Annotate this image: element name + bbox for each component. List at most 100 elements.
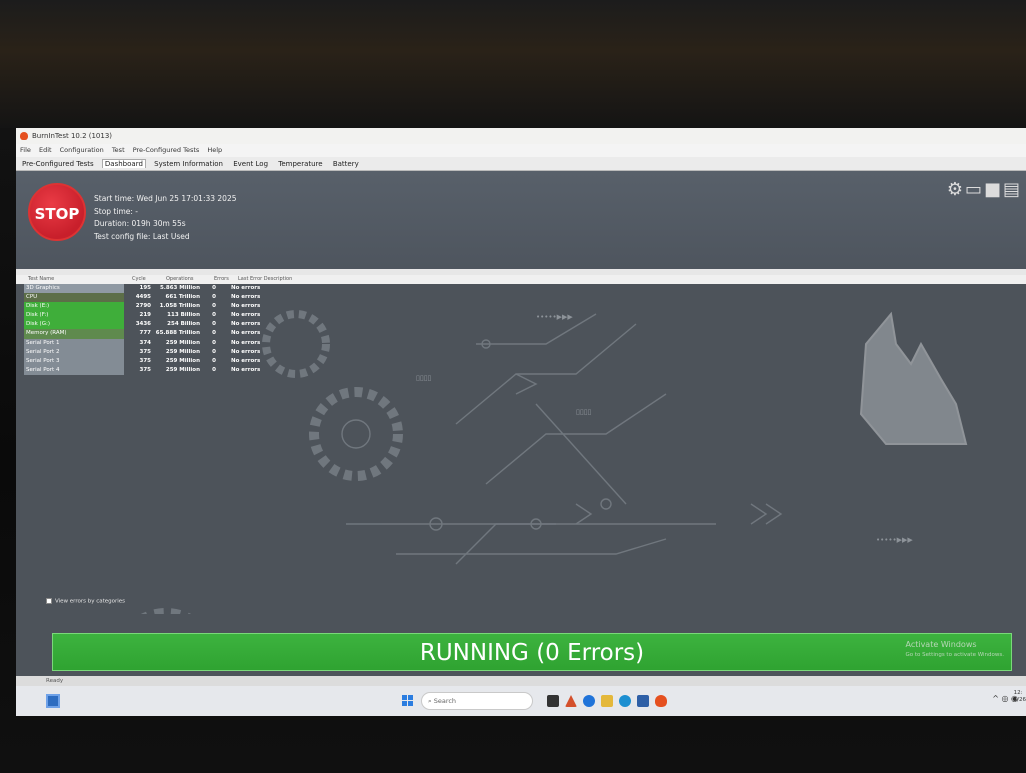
operations-value: 259 Million	[165, 357, 200, 364]
test-results-table: 3D Graphics 195 5.863 Million 0 No error…	[24, 284, 292, 375]
edge-icon[interactable]	[619, 695, 631, 707]
burnintest-taskbar-icon[interactable]	[655, 695, 667, 707]
cycle-value: 375	[139, 366, 151, 373]
table-row[interactable]: Memory (RAM) 777 65.888 Trillion 0 No er…	[24, 329, 292, 339]
errors-value: 0	[212, 285, 216, 291]
cycle-value: 2790	[135, 303, 151, 310]
photo-frame: BurnInTest 10.2 (1013) File Edit Configu…	[0, 0, 1026, 773]
chevron-up-icon[interactable]: ^	[992, 694, 999, 703]
desktop-app-icon[interactable]	[46, 694, 60, 708]
taskbar-search-box[interactable]: ⌕ Search	[421, 692, 533, 710]
cycle-value: 375	[139, 357, 151, 364]
operations-value: 259 Million	[165, 366, 200, 373]
view-errors-label: View errors by categories	[55, 598, 126, 605]
browser-icon[interactable]	[583, 695, 595, 707]
tab-pre-configured-tests[interactable]: Pre-Configured Tests	[20, 160, 96, 168]
store-icon[interactable]	[637, 695, 649, 707]
svg-text:•••••▶▶▶: •••••▶▶▶	[536, 313, 573, 321]
errors-value: 0	[212, 366, 216, 373]
operations-value: 65.888 Trillion	[155, 330, 200, 337]
table-row[interactable]: Serial Port 4 375 259 Million 0 No error…	[24, 365, 292, 375]
last-error-value: No errors	[231, 294, 261, 301]
last-error-value: No errors	[231, 303, 261, 310]
menu-help[interactable]: Help	[207, 146, 222, 154]
cycle-value: 374	[139, 339, 151, 346]
window-title: BurnInTest 10.2 (1013)	[32, 132, 113, 140]
tab-dashboard[interactable]: Dashboard	[101, 159, 146, 168]
vlc-icon[interactable]	[565, 695, 577, 707]
tab-battery[interactable]: Battery	[331, 160, 361, 168]
printer-icon[interactable]: ▤	[1003, 179, 1022, 200]
windows-start-icon[interactable]	[402, 695, 414, 707]
tab-temperature[interactable]: Temperature	[276, 160, 324, 168]
table-row[interactable]: 3D Graphics 195 5.863 Million 0 No error…	[24, 284, 292, 294]
windows-taskbar: ⌕ Search ^ ◎ ◉ 12: 6/26	[16, 686, 1026, 716]
operations-value: 5.863 Million	[159, 285, 200, 291]
test-name: Disk (G:)	[24, 320, 124, 330]
file-explorer-icon[interactable]	[601, 695, 613, 707]
menu-configuration[interactable]: Configuration	[60, 146, 104, 154]
window-titlebar: BurnInTest 10.2 (1013)	[16, 128, 1026, 144]
taskbar-clock[interactable]: 12: 6/26	[1014, 690, 1026, 704]
svg-text:•••••▶▶▶: •••••▶▶▶	[876, 536, 913, 544]
col-operations[interactable]: Operations	[166, 275, 194, 284]
test-name: 3D Graphics	[24, 284, 124, 294]
flame-app-icon	[20, 132, 28, 140]
table-row[interactable]: CPU 4495 661 Trillion 0 No errors	[24, 293, 292, 303]
activate-windows-watermark: Activate Windows Go to Settings to activ…	[905, 640, 1004, 660]
test-name: Serial Port 3	[24, 356, 124, 366]
running-status-bar: RUNNING (0 Errors)	[52, 633, 1012, 671]
table-row[interactable]: Disk (E:) 2790 1.058 Trillion 0 No error…	[24, 302, 292, 312]
run-info: Start time: Wed Jun 25 17:01:33 2025 Sto…	[94, 193, 236, 243]
col-last-error[interactable]: Last Error Description	[238, 275, 292, 284]
cycle-value: 195	[139, 285, 151, 291]
tab-system-information[interactable]: System Information	[152, 160, 225, 168]
table-row[interactable]: Disk (F:) 219 113 Billion 0 No errors	[24, 311, 292, 321]
table-row[interactable]: Serial Port 3 375 259 Million 0 No error…	[24, 356, 292, 366]
last-error-value: No errors	[231, 348, 261, 355]
menu-pre-configured-tests[interactable]: Pre-Configured Tests	[133, 146, 200, 154]
test-name: Serial Port 4	[24, 365, 124, 375]
col-errors[interactable]: Errors	[214, 275, 229, 284]
table-row[interactable]: Disk (G:) 3436 254 Billion 0 No errors	[24, 320, 292, 330]
last-error-value: No errors	[231, 366, 261, 373]
errors-value: 0	[212, 348, 216, 355]
tab-bar: Pre-Configured Tests Dashboard System In…	[16, 157, 1026, 171]
table-row[interactable]: Serial Port 2 375 259 Million 0 No error…	[24, 347, 292, 357]
table-header: Test Name Cycle Operations Errors Last E…	[16, 275, 1026, 284]
save-icon[interactable]: ■	[984, 179, 1003, 200]
test-name: Serial Port 1	[24, 338, 124, 348]
stop-button[interactable]: STOP	[28, 183, 86, 241]
test-name: Memory (RAM)	[24, 329, 124, 339]
menu-test[interactable]: Test	[112, 146, 125, 154]
cycle-value: 4495	[135, 294, 151, 301]
gear-icon[interactable]: ⚙	[947, 179, 965, 200]
col-test-name[interactable]: Test Name	[28, 275, 54, 284]
tab-event-log[interactable]: Event Log	[231, 160, 270, 168]
menu-edit[interactable]: Edit	[39, 146, 52, 154]
col-cycle[interactable]: Cycle	[132, 275, 146, 284]
menu-bar: File Edit Configuration Test Pre-Configu…	[16, 144, 1026, 157]
test-name: CPU	[24, 293, 124, 303]
test-name: Serial Port 2	[24, 347, 124, 357]
view-errors-checkbox[interactable]: View errors by categories	[46, 598, 125, 605]
last-error-value: No errors	[231, 357, 261, 364]
checkbox-icon[interactable]	[46, 598, 52, 604]
monitor-icon[interactable]: ▭	[965, 179, 984, 200]
last-error-value: No errors	[231, 285, 261, 291]
table-row[interactable]: Serial Port 1 374 259 Million 0 No error…	[24, 338, 292, 348]
network-icon[interactable]: ◎	[1001, 694, 1008, 703]
operations-value: 113 Billion	[167, 312, 200, 319]
monitor-bezel-top	[0, 0, 1026, 128]
errors-value: 0	[212, 339, 216, 346]
task-view-icon[interactable]	[547, 695, 559, 707]
clock-date: 6/26	[1013, 697, 1026, 703]
svg-text:▯▯▯▯: ▯▯▯▯	[416, 374, 431, 382]
menu-file[interactable]: File	[20, 146, 31, 154]
search-placeholder: Search	[433, 697, 457, 705]
clock-time: 12:	[1013, 690, 1023, 696]
activate-title: Activate Windows	[905, 640, 977, 649]
app-statusbar: Ready	[16, 676, 1026, 686]
test-name: Disk (E:)	[24, 302, 124, 312]
last-error-value: No errors	[231, 321, 261, 328]
